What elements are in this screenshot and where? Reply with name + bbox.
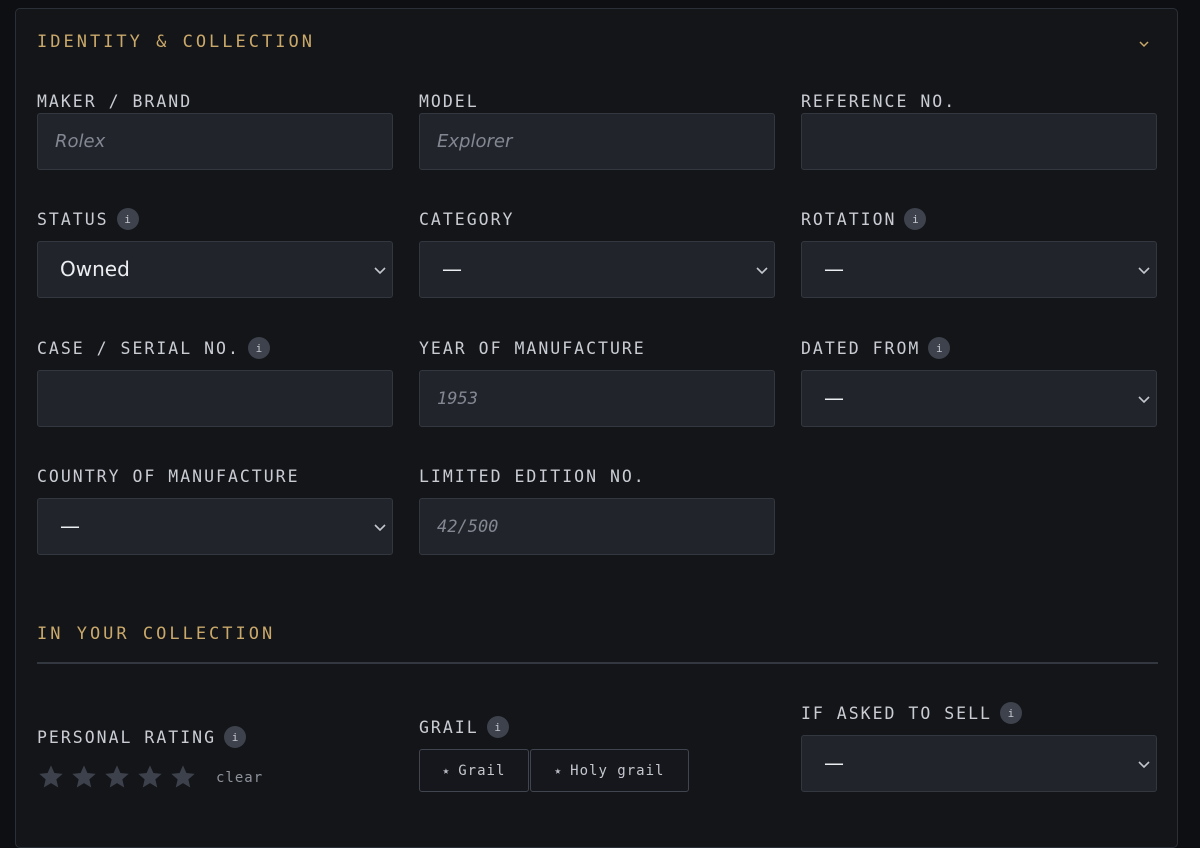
section-title-collection: IN YOUR COLLECTION [37,624,276,644]
info-icon[interactable]: i [486,716,509,738]
year-label: YEAR OF MANUFACTURE [419,338,646,358]
clear-rating-button[interactable]: clear [216,770,263,786]
maker-label: MAKER / BRAND [37,91,193,111]
status-field: STATUS i Owned [37,208,393,298]
category-select[interactable]: — [419,241,775,298]
grail-label: GRAIL i [419,716,775,738]
chevron-down-icon [373,520,387,534]
limited-edition-input[interactable] [420,499,774,554]
info-icon[interactable]: i [116,208,139,230]
identity-collection-panel: IDENTITY & COLLECTION MAKER / BRAND MODE… [15,8,1178,848]
country-field: COUNTRY OF MANUFACTURE — [37,465,393,555]
status-label: STATUS i [37,208,393,230]
sell-value: — [824,751,844,775]
maker-field: MAKER / BRAND [37,90,393,170]
country-select[interactable]: — [37,498,393,555]
info-icon[interactable]: i [928,337,951,359]
category-label: CATEGORY [419,209,515,229]
sell-label: IF ASKED TO SELL i [801,702,1157,724]
section-title-identity: IDENTITY & COLLECTION [37,32,315,52]
info-icon[interactable]: i [224,726,247,748]
chevron-down-icon [1137,392,1151,406]
rating-field: PERSONAL RATING i [37,726,393,748]
dated-from-field: DATED FROM i — [801,337,1157,427]
grail-chip[interactable]: ★ Grail [419,749,529,792]
info-icon[interactable]: i [999,702,1022,724]
serial-input[interactable] [38,371,392,426]
year-input[interactable] [420,371,774,426]
reference-input[interactable] [802,114,1156,169]
dated-from-select[interactable]: — [801,370,1157,427]
collapse-toggle-button[interactable] [1137,37,1151,51]
dated-from-label: DATED FROM i [801,337,1157,359]
sell-field: IF ASKED TO SELL i — [801,702,1157,792]
info-icon[interactable]: i [247,337,270,359]
model-label: MODEL [419,91,479,111]
section-divider [37,662,1158,664]
star-icon[interactable] [70,763,100,793]
reference-field: REFERENCE NO. [801,90,1157,170]
chevron-down-icon [755,263,769,277]
rotation-select[interactable]: — [801,241,1157,298]
holy-grail-chip[interactable]: ★ Holy grail [530,749,689,792]
grail-field: GRAIL i [419,716,775,738]
chevron-down-icon [1139,41,1149,48]
rotation-field: ROTATION i — [801,208,1157,298]
star-icon[interactable] [37,763,67,793]
limited-edition-label: LIMITED EDITION NO. [419,466,646,486]
category-field: CATEGORY — [419,208,775,298]
limited-edition-field: LIMITED EDITION NO. [419,465,775,555]
chevron-down-icon [1137,263,1151,277]
info-icon[interactable]: i [904,208,927,230]
star-rating: clear [37,763,263,793]
model-field: MODEL [419,90,775,170]
model-input[interactable] [420,114,774,169]
sell-select[interactable]: — [801,735,1157,792]
maker-input[interactable] [38,114,392,169]
rotation-value: — [824,257,844,281]
star-icon[interactable] [136,763,166,793]
country-label: COUNTRY OF MANUFACTURE [37,466,300,486]
serial-label: CASE / SERIAL NO. i [37,337,393,359]
rotation-label: ROTATION i [801,208,1157,230]
reference-label: REFERENCE NO. [801,91,957,111]
country-value: — [60,514,80,538]
chevron-down-icon [373,263,387,277]
star-icon[interactable] [103,763,133,793]
rating-label: PERSONAL RATING i [37,726,393,748]
star-icon[interactable] [169,763,199,793]
status-value: Owned [60,257,130,281]
status-select[interactable]: Owned [37,241,393,298]
category-value: — [442,257,462,281]
year-field: YEAR OF MANUFACTURE [419,337,775,427]
dated-from-value: — [824,386,844,410]
serial-field: CASE / SERIAL NO. i [37,337,393,427]
star-icon: ★ [554,764,563,777]
star-icon: ★ [442,764,451,777]
chevron-down-icon [1137,757,1151,771]
